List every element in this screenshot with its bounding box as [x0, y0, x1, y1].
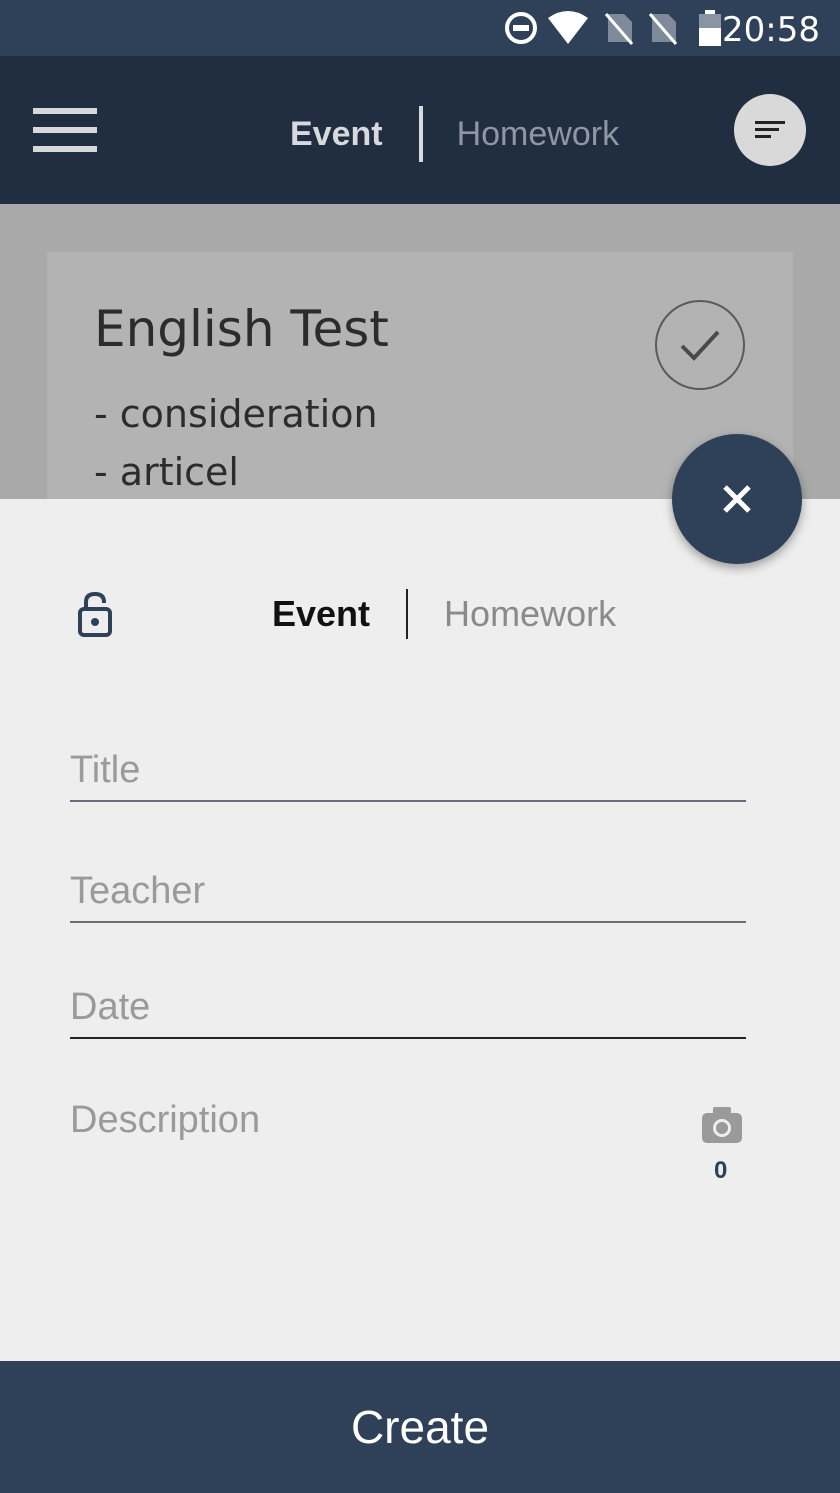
create-sheet: Event Homework Description 0	[0, 499, 840, 1361]
do-not-disturb-icon	[505, 12, 537, 44]
sort-button[interactable]	[734, 94, 806, 166]
description-input[interactable]: Description	[70, 1099, 670, 1142]
header-tab-event[interactable]: Event	[290, 115, 383, 154]
date-field	[70, 986, 746, 1039]
menu-icon[interactable]	[33, 108, 97, 152]
date-input[interactable]	[70, 986, 746, 1037]
header-tab-divider	[418, 106, 423, 162]
complete-check-button[interactable]	[655, 300, 745, 390]
close-icon	[723, 485, 751, 513]
header-tab-homework[interactable]: Homework	[457, 115, 619, 154]
tab-homework[interactable]: Homework	[444, 593, 616, 635]
card-title: English Test	[94, 300, 389, 358]
card-line: - consideration	[94, 392, 378, 436]
sheet-tabs: Event Homework	[272, 589, 616, 639]
camera-icon[interactable]	[700, 1105, 744, 1145]
teacher-input[interactable]	[70, 870, 746, 921]
title-input[interactable]	[70, 749, 746, 800]
create-button[interactable]: Create	[0, 1361, 840, 1493]
date-underline	[70, 1037, 746, 1039]
teacher-underline	[70, 921, 746, 923]
teacher-field	[70, 870, 746, 923]
close-button[interactable]	[672, 434, 802, 564]
tab-divider	[406, 589, 409, 639]
sort-lines-icon	[755, 121, 785, 138]
title-field	[70, 749, 746, 802]
header-tabs: Event Homework	[290, 106, 619, 162]
app-header: Event Homework	[0, 56, 840, 204]
status-bar: 20:58	[0, 0, 840, 56]
check-icon	[680, 330, 720, 361]
no-sim-icon	[604, 13, 634, 45]
battery-icon	[699, 10, 721, 46]
no-sim-icon-2	[648, 13, 678, 45]
wifi-icon	[548, 11, 588, 44]
tab-event[interactable]: Event	[272, 593, 370, 635]
title-underline	[70, 800, 746, 802]
clock: 20:58	[722, 10, 820, 50]
card-line: - articel	[94, 450, 239, 494]
photo-count: 0	[714, 1157, 728, 1184]
unlock-icon[interactable]	[78, 591, 112, 637]
